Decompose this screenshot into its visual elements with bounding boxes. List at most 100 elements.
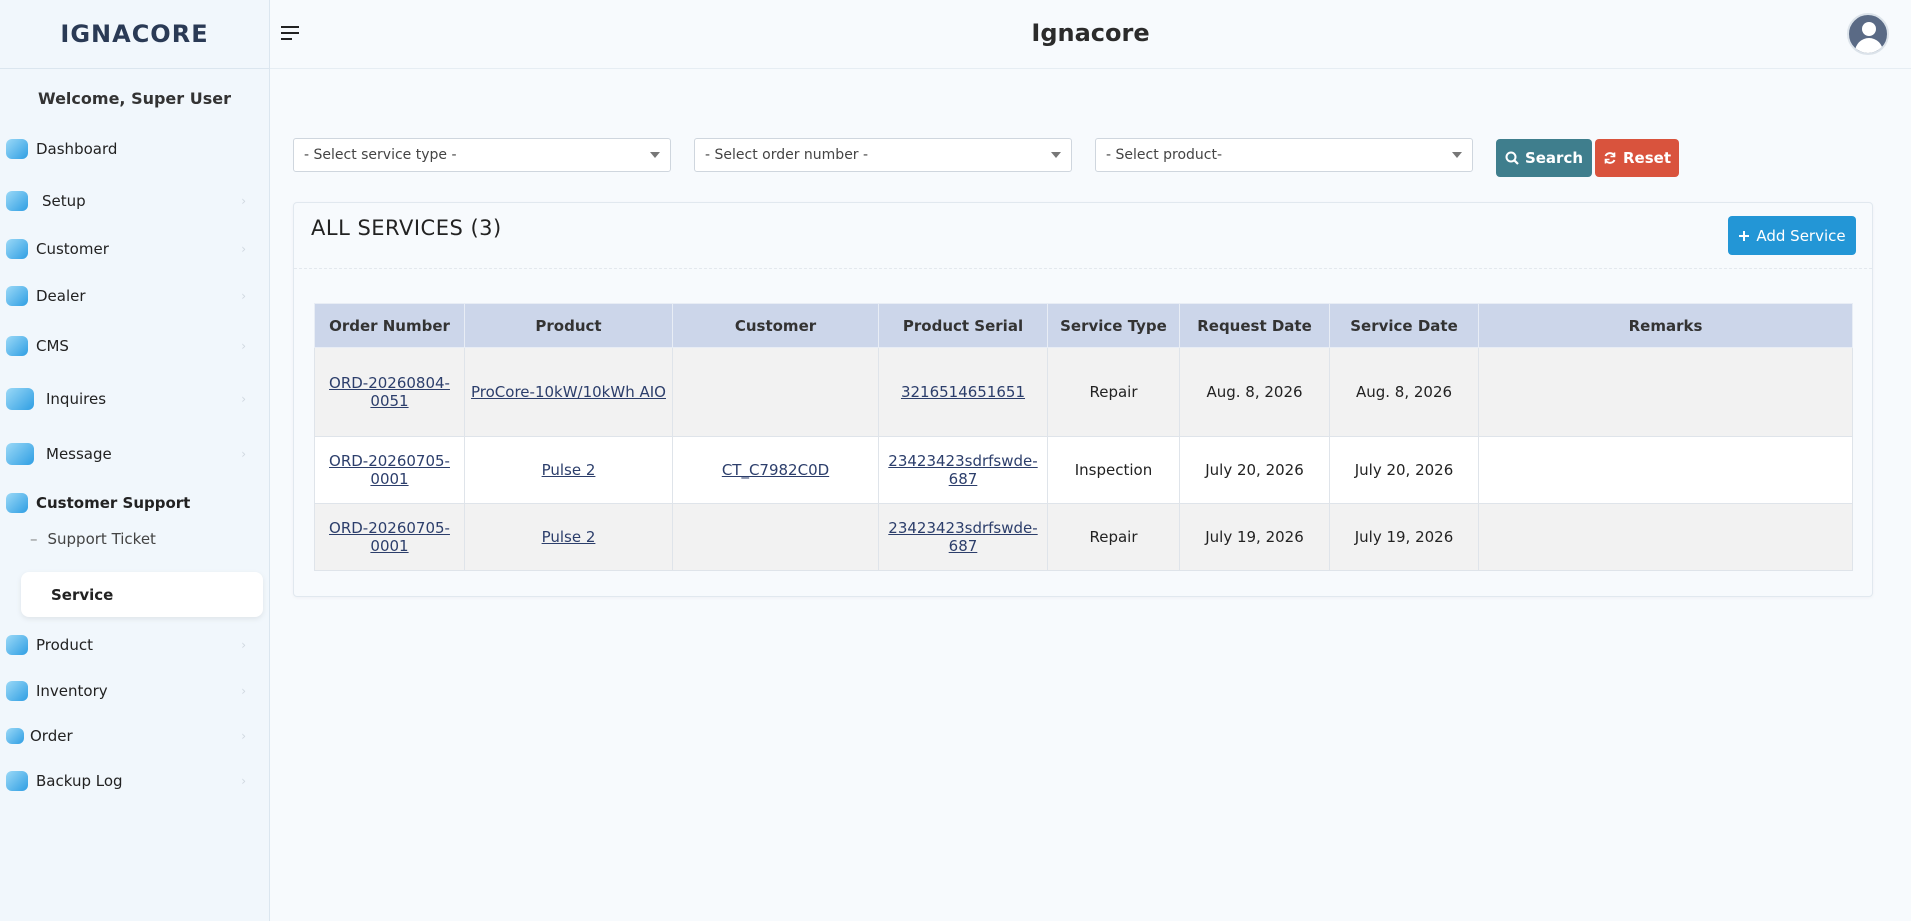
add-service-button-label: Add Service (1756, 226, 1846, 245)
gear-icon (6, 191, 28, 211)
sidebar-item-customer[interactable]: Customer › (6, 232, 250, 266)
sidebar-item-label: CMS (36, 337, 69, 355)
table-header-row: Order Number Product Customer Product Se… (314, 303, 1853, 348)
sidebar-item-cms[interactable]: CMS › (6, 329, 250, 363)
column-header[interactable]: Service Date (1329, 303, 1479, 348)
chat-icon (6, 388, 34, 410)
sidebar-item-order[interactable]: Order › (6, 719, 250, 753)
sidebar-item-label: Customer Support (36, 494, 191, 512)
avatar[interactable] (1847, 13, 1889, 55)
request-date-cell: July 20, 2026 (1179, 436, 1330, 504)
table-row: ORD-20260804-0051 ProCore-10kW/10kWh AIO… (314, 347, 1853, 437)
column-header[interactable]: Product Serial (878, 303, 1048, 348)
caret-down-icon (650, 152, 660, 158)
sidebar-item-message[interactable]: Message › (6, 437, 250, 471)
order-number-link[interactable]: ORD-20260804-0051 (329, 374, 450, 410)
request-date-cell: July 19, 2026 (1179, 503, 1330, 571)
service-type-cell: Repair (1047, 347, 1180, 437)
order-number-link[interactable]: ORD-20260705-0001 (329, 452, 450, 488)
remarks-cell (1478, 436, 1853, 504)
sidebar-item-backup-log[interactable]: Backup Log › (6, 764, 250, 798)
column-header[interactable]: Order Number (314, 303, 465, 348)
topbar: Ignacore (270, 0, 1911, 69)
sidebar-subitem-support-ticket[interactable]: – Support Ticket (30, 523, 260, 555)
reset-button-label: Reset (1623, 149, 1671, 167)
column-header[interactable]: Product (464, 303, 673, 348)
sidebar-item-dealer[interactable]: Dealer › (6, 279, 250, 313)
sidebar-item-product[interactable]: Product › (6, 628, 250, 662)
logo[interactable]: IGNACORE (60, 20, 208, 48)
sidebar-item-customer-support[interactable]: Customer Support (6, 486, 250, 520)
customer-link[interactable]: CT_C7982C0D (722, 461, 829, 479)
sidebar-subitem-label: Support Ticket (47, 530, 156, 548)
search-icon (1505, 151, 1519, 165)
chevron-right-icon: › (241, 392, 246, 406)
services-card: ALL SERVICES (3) Order Number Product Cu… (293, 202, 1873, 597)
card-title: ALL SERVICES (3) (311, 216, 502, 240)
chevron-right-icon: › (241, 729, 246, 743)
product-select-value: - Select product- (1106, 147, 1223, 163)
product-icon (6, 635, 28, 655)
column-header[interactable]: Service Type (1047, 303, 1180, 348)
product-link[interactable]: ProCore-10kW/10kWh AIO (471, 383, 666, 401)
sidebar-item-label: Customer (36, 240, 109, 258)
support-icon (6, 493, 28, 513)
sidebar-item-inventory[interactable]: Inventory › (6, 674, 250, 708)
column-header[interactable]: Remarks (1478, 303, 1853, 348)
dash-icon: – (30, 530, 38, 548)
chevron-right-icon: › (241, 638, 246, 652)
message-icon (6, 443, 34, 465)
sidebar-item-inquires[interactable]: Inquires › (6, 382, 250, 416)
customer-cell (672, 503, 879, 571)
sidebar-item-label: Dashboard (36, 140, 118, 158)
order-number-link[interactable]: ORD-20260705-0001 (329, 519, 450, 555)
cart-icon (6, 728, 24, 744)
sidebar-item-label: Order (30, 727, 73, 745)
sidebar-item-label: Inventory (36, 682, 108, 700)
request-date-cell: Aug. 8, 2026 (1179, 347, 1330, 437)
order-number-select[interactable]: - Select order number - (694, 138, 1072, 172)
page-title: Ignacore (1031, 19, 1150, 47)
serial-link[interactable]: 3216514651651 (901, 383, 1025, 401)
product-link[interactable]: Pulse 2 (542, 461, 596, 479)
sidebar-item-label: Dealer (36, 287, 86, 305)
chevron-right-icon: › (241, 684, 246, 698)
customer-cell (672, 347, 879, 437)
add-service-button[interactable]: Add Service (1728, 216, 1856, 255)
reset-button[interactable]: Reset (1595, 139, 1679, 177)
service-date-cell: July 19, 2026 (1329, 503, 1479, 571)
caret-down-icon (1452, 152, 1462, 158)
sidebar-item-label: Inquires (46, 390, 107, 408)
chevron-right-icon: › (241, 447, 246, 461)
sidebar-subitem-service[interactable]: Service (21, 572, 263, 617)
order-number-cell: ORD-20260705-0001 (314, 436, 465, 504)
chevron-right-icon: › (241, 194, 246, 208)
serial-link[interactable]: 23423423sdrfswde-687 (888, 519, 1037, 555)
product-link[interactable]: Pulse 2 (542, 528, 596, 546)
plus-icon (1739, 230, 1750, 241)
serial-cell: 3216514651651 (878, 347, 1048, 437)
sidebar: IGNACORE Welcome, Super User Dashboard S… (0, 0, 270, 921)
column-header[interactable]: Request Date (1179, 303, 1330, 348)
serial-cell: 23423423sdrfswde-687 (878, 503, 1048, 571)
service-type-cell: Repair (1047, 503, 1180, 571)
welcome-text: Welcome, Super User (38, 89, 231, 108)
cms-icon (6, 336, 28, 356)
remarks-cell (1478, 503, 1853, 571)
sidebar-item-setup[interactable]: Setup › (6, 184, 250, 218)
chevron-right-icon: › (241, 289, 246, 303)
order-number-cell: ORD-20260705-0001 (314, 503, 465, 571)
service-date-cell: July 20, 2026 (1329, 436, 1479, 504)
column-header[interactable]: Customer (672, 303, 879, 348)
refresh-icon (1604, 152, 1616, 164)
product-select[interactable]: - Select product- (1095, 138, 1473, 172)
serial-link[interactable]: 23423423sdrfswde-687 (888, 452, 1037, 488)
service-type-cell: Inspection (1047, 436, 1180, 504)
product-cell: Pulse 2 (464, 503, 673, 571)
remarks-cell (1478, 347, 1853, 437)
sidebar-item-label: Backup Log (36, 772, 123, 790)
search-button[interactable]: Search (1496, 139, 1592, 177)
sidebar-item-dashboard[interactable]: Dashboard (6, 132, 250, 166)
service-type-select[interactable]: - Select service type - (293, 138, 671, 172)
sidebar-item-label: Product (36, 636, 93, 654)
